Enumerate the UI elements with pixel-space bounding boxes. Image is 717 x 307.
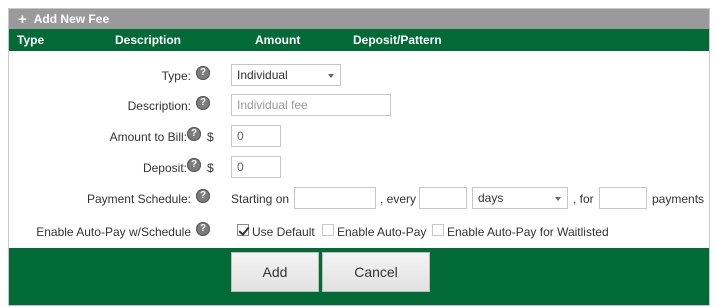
column-header-type: Type — [17, 33, 45, 47]
chevron-down-icon — [555, 197, 561, 201]
cancel-button[interactable]: Cancel — [322, 252, 430, 292]
amount-input[interactable] — [231, 125, 281, 147]
period-select-value: days — [478, 191, 504, 205]
interval-input[interactable] — [419, 187, 467, 209]
panel-title: Add New Fee — [33, 12, 110, 26]
use-default-label[interactable]: Use Default — [252, 225, 315, 239]
column-header-deposit-pattern: Deposit/Pattern — [353, 33, 442, 47]
auto-pay-label: Enable Auto-Pay w/Schedule — [36, 225, 191, 239]
help-icon[interactable]: ? — [196, 96, 210, 110]
type-label: Type: — [161, 69, 191, 83]
every-text: , every — [380, 192, 417, 206]
payments-text: payments — [652, 192, 705, 206]
column-header-description: Description — [115, 33, 182, 47]
enable-auto-pay-label[interactable]: Enable Auto-Pay — [337, 225, 426, 239]
add-button[interactable]: Add — [231, 252, 319, 292]
enable-auto-pay-waitlisted-checkbox[interactable] — [432, 224, 444, 236]
description-row: Description: ? — [9, 94, 709, 118]
payment-count-input[interactable] — [599, 187, 647, 209]
enable-auto-pay-waitlisted-label[interactable]: Enable Auto-Pay for Waitlisted — [447, 225, 609, 239]
help-icon[interactable]: ? — [187, 127, 201, 141]
period-select[interactable]: days — [472, 187, 568, 209]
deposit-row: Deposit: ? $ — [9, 156, 709, 180]
use-default-checkbox[interactable] — [237, 224, 249, 236]
help-icon[interactable]: ? — [196, 66, 210, 80]
form-footer: Add Cancel — [9, 248, 709, 305]
type-select[interactable]: Individual — [231, 64, 341, 86]
panel-title-bar[interactable]: + Add New Fee — [9, 9, 709, 29]
amount-label: Amount to Bill: — [109, 130, 187, 144]
amount-row: Amount to Bill: ? $ — [9, 125, 709, 149]
help-icon[interactable]: ? — [187, 158, 201, 172]
plus-icon: + — [18, 10, 27, 28]
description-input[interactable] — [231, 94, 391, 116]
payment-schedule-row: Payment Schedule: ? Starting on , every … — [9, 187, 709, 211]
start-date-input[interactable] — [294, 187, 376, 209]
enable-auto-pay-checkbox[interactable] — [322, 224, 334, 236]
starting-on-text: Starting on — [231, 192, 290, 206]
currency-symbol: $ — [207, 161, 214, 175]
auto-pay-row: Enable Auto-Pay w/Schedule ? Use Default… — [9, 220, 709, 244]
chevron-down-icon — [328, 74, 334, 78]
type-select-value: Individual — [237, 68, 288, 82]
add-new-fee-panel: + Add New Fee Type Description Amount De… — [8, 8, 710, 306]
fee-table-header: Type Description Amount Deposit/Pattern — [9, 29, 709, 51]
help-icon[interactable]: ? — [196, 189, 210, 203]
column-header-amount: Amount — [255, 33, 301, 47]
type-row: Type: ? Individual — [9, 64, 709, 88]
payment-schedule-label: Payment Schedule: — [86, 192, 191, 206]
for-text: , for — [573, 192, 594, 206]
deposit-label: Deposit: — [142, 161, 187, 175]
currency-symbol: $ — [207, 130, 214, 144]
deposit-input[interactable] — [231, 156, 281, 178]
help-icon[interactable]: ? — [196, 222, 210, 236]
description-label: Description: — [127, 99, 191, 113]
